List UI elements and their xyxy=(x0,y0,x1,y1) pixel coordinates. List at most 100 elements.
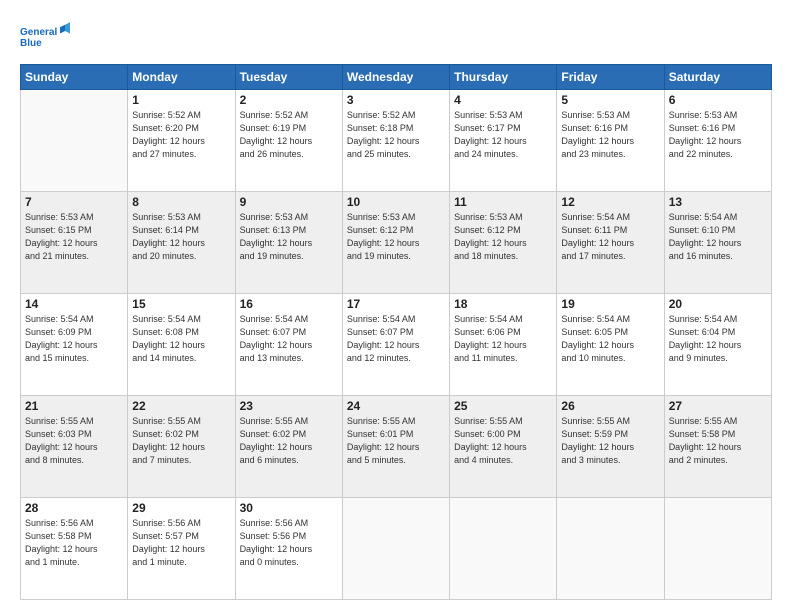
day-info: Sunrise: 5:55 AM Sunset: 5:59 PM Dayligh… xyxy=(561,415,659,467)
day-number: 27 xyxy=(669,399,767,413)
page: General Blue SundayMondayTuesdayWednesda… xyxy=(0,0,792,612)
day-number: 19 xyxy=(561,297,659,311)
calendar-day-cell: 18 Sunrise: 5:54 AM Sunset: 6:06 PM Dayli… xyxy=(450,294,557,396)
day-info: Sunrise: 5:54 AM Sunset: 6:08 PM Dayligh… xyxy=(132,313,230,365)
day-number: 17 xyxy=(347,297,445,311)
day-info: Sunrise: 5:54 AM Sunset: 6:07 PM Dayligh… xyxy=(347,313,445,365)
day-info: Sunrise: 5:56 AM Sunset: 5:57 PM Dayligh… xyxy=(132,517,230,569)
calendar-week-row: 7 Sunrise: 5:53 AM Sunset: 6:15 PM Daylig… xyxy=(21,192,772,294)
calendar-table: SundayMondayTuesdayWednesdayThursdayFrid… xyxy=(20,64,772,600)
day-number: 1 xyxy=(132,93,230,107)
calendar-week-row: 1 Sunrise: 5:52 AM Sunset: 6:20 PM Daylig… xyxy=(21,90,772,192)
day-number: 25 xyxy=(454,399,552,413)
day-info: Sunrise: 5:52 AM Sunset: 6:18 PM Dayligh… xyxy=(347,109,445,161)
day-info: Sunrise: 5:53 AM Sunset: 6:16 PM Dayligh… xyxy=(561,109,659,161)
day-info: Sunrise: 5:55 AM Sunset: 6:00 PM Dayligh… xyxy=(454,415,552,467)
day-info: Sunrise: 5:55 AM Sunset: 6:02 PM Dayligh… xyxy=(240,415,338,467)
calendar-day-cell: 27 Sunrise: 5:55 AM Sunset: 5:58 PM Dayli… xyxy=(664,396,771,498)
day-info: Sunrise: 5:54 AM Sunset: 6:05 PM Dayligh… xyxy=(561,313,659,365)
calendar-day-cell: 25 Sunrise: 5:55 AM Sunset: 6:00 PM Dayli… xyxy=(450,396,557,498)
calendar-day-cell: 19 Sunrise: 5:54 AM Sunset: 6:05 PM Dayli… xyxy=(557,294,664,396)
day-number: 18 xyxy=(454,297,552,311)
day-number: 10 xyxy=(347,195,445,209)
calendar-day-cell xyxy=(21,90,128,192)
logo: General Blue xyxy=(20,16,70,56)
calendar-day-cell: 26 Sunrise: 5:55 AM Sunset: 5:59 PM Dayli… xyxy=(557,396,664,498)
calendar-week-row: 21 Sunrise: 5:55 AM Sunset: 6:03 PM Dayli… xyxy=(21,396,772,498)
calendar-day-cell: 4 Sunrise: 5:53 AM Sunset: 6:17 PM Daylig… xyxy=(450,90,557,192)
day-number: 21 xyxy=(25,399,123,413)
calendar-week-row: 14 Sunrise: 5:54 AM Sunset: 6:09 PM Dayli… xyxy=(21,294,772,396)
calendar-day-cell: 6 Sunrise: 5:53 AM Sunset: 6:16 PM Daylig… xyxy=(664,90,771,192)
calendar-day-cell: 29Sunrise: 5:56 AM Sunset: 5:57 PM Dayli… xyxy=(128,498,235,600)
day-info: Sunrise: 5:55 AM Sunset: 5:58 PM Dayligh… xyxy=(669,415,767,467)
day-info: Sunrise: 5:56 AM Sunset: 5:56 PM Dayligh… xyxy=(240,517,338,569)
day-info: Sunrise: 5:53 AM Sunset: 6:12 PM Dayligh… xyxy=(347,211,445,263)
calendar-day-cell: 11 Sunrise: 5:53 AM Sunset: 6:12 PM Dayli… xyxy=(450,192,557,294)
calendar-day-cell: 7 Sunrise: 5:53 AM Sunset: 6:15 PM Daylig… xyxy=(21,192,128,294)
day-number: 11 xyxy=(454,195,552,209)
day-info: Sunrise: 5:54 AM Sunset: 6:11 PM Dayligh… xyxy=(561,211,659,263)
day-number: 8 xyxy=(132,195,230,209)
day-info: Sunrise: 5:53 AM Sunset: 6:15 PM Dayligh… xyxy=(25,211,123,263)
day-number: 23 xyxy=(240,399,338,413)
day-number: 14 xyxy=(25,297,123,311)
day-info: Sunrise: 5:53 AM Sunset: 6:12 PM Dayligh… xyxy=(454,211,552,263)
day-info: Sunrise: 5:56 AM Sunset: 5:58 PM Dayligh… xyxy=(25,517,123,569)
calendar-day-cell: 9Sunrise: 5:53 AM Sunset: 6:13 PM Daylig… xyxy=(235,192,342,294)
day-number: 22 xyxy=(132,399,230,413)
calendar-day-cell xyxy=(342,498,449,600)
calendar-day-header: Monday xyxy=(128,65,235,90)
calendar-day-cell: 23 Sunrise: 5:55 AM Sunset: 6:02 PM Dayli… xyxy=(235,396,342,498)
day-info: Sunrise: 5:54 AM Sunset: 6:06 PM Dayligh… xyxy=(454,313,552,365)
calendar-header-row: SundayMondayTuesdayWednesdayThursdayFrid… xyxy=(21,65,772,90)
day-info: Sunrise: 5:54 AM Sunset: 6:10 PM Dayligh… xyxy=(669,211,767,263)
calendar-day-cell: 8Sunrise: 5:53 AM Sunset: 6:14 PM Daylig… xyxy=(128,192,235,294)
calendar-day-cell: 10 Sunrise: 5:53 AM Sunset: 6:12 PM Dayli… xyxy=(342,192,449,294)
day-number: 28 xyxy=(25,501,123,515)
day-info: Sunrise: 5:55 AM Sunset: 6:03 PM Dayligh… xyxy=(25,415,123,467)
day-info: Sunrise: 5:53 AM Sunset: 6:17 PM Dayligh… xyxy=(454,109,552,161)
day-number: 26 xyxy=(561,399,659,413)
day-number: 5 xyxy=(561,93,659,107)
svg-text:Blue: Blue xyxy=(20,38,42,49)
day-info: Sunrise: 5:53 AM Sunset: 6:16 PM Dayligh… xyxy=(669,109,767,161)
day-number: 2 xyxy=(240,93,338,107)
calendar-day-header: Friday xyxy=(557,65,664,90)
day-number: 30 xyxy=(240,501,338,515)
day-number: 15 xyxy=(132,297,230,311)
day-number: 3 xyxy=(347,93,445,107)
day-info: Sunrise: 5:55 AM Sunset: 6:01 PM Dayligh… xyxy=(347,415,445,467)
day-info: Sunrise: 5:53 AM Sunset: 6:13 PM Dayligh… xyxy=(240,211,338,263)
calendar-day-cell: 17 Sunrise: 5:54 AM Sunset: 6:07 PM Dayli… xyxy=(342,294,449,396)
calendar-day-header: Saturday xyxy=(664,65,771,90)
day-info: Sunrise: 5:55 AM Sunset: 6:02 PM Dayligh… xyxy=(132,415,230,467)
day-number: 7 xyxy=(25,195,123,209)
day-info: Sunrise: 5:54 AM Sunset: 6:09 PM Dayligh… xyxy=(25,313,123,365)
calendar-day-cell xyxy=(557,498,664,600)
calendar-day-cell: 21 Sunrise: 5:55 AM Sunset: 6:03 PM Dayli… xyxy=(21,396,128,498)
day-number: 12 xyxy=(561,195,659,209)
svg-text:General: General xyxy=(20,27,57,38)
day-info: Sunrise: 5:54 AM Sunset: 6:04 PM Dayligh… xyxy=(669,313,767,365)
calendar-day-cell: 1 Sunrise: 5:52 AM Sunset: 6:20 PM Daylig… xyxy=(128,90,235,192)
calendar-day-cell: 16Sunrise: 5:54 AM Sunset: 6:07 PM Dayli… xyxy=(235,294,342,396)
day-number: 16 xyxy=(240,297,338,311)
day-number: 13 xyxy=(669,195,767,209)
calendar-day-cell: 24Sunrise: 5:55 AM Sunset: 6:01 PM Dayli… xyxy=(342,396,449,498)
calendar-day-cell xyxy=(664,498,771,600)
header: General Blue xyxy=(20,16,772,56)
calendar-day-cell: 15 Sunrise: 5:54 AM Sunset: 6:08 PM Dayli… xyxy=(128,294,235,396)
calendar-day-cell xyxy=(450,498,557,600)
calendar-day-cell: 14 Sunrise: 5:54 AM Sunset: 6:09 PM Dayli… xyxy=(21,294,128,396)
day-number: 6 xyxy=(669,93,767,107)
calendar-day-header: Thursday xyxy=(450,65,557,90)
day-info: Sunrise: 5:52 AM Sunset: 6:20 PM Dayligh… xyxy=(132,109,230,161)
day-number: 20 xyxy=(669,297,767,311)
calendar-week-row: 28 Sunrise: 5:56 AM Sunset: 5:58 PM Dayli… xyxy=(21,498,772,600)
logo-svg: General Blue xyxy=(20,16,70,56)
calendar-day-header: Tuesday xyxy=(235,65,342,90)
day-info: Sunrise: 5:52 AM Sunset: 6:19 PM Dayligh… xyxy=(240,109,338,161)
calendar-day-cell: 13 Sunrise: 5:54 AM Sunset: 6:10 PM Dayli… xyxy=(664,192,771,294)
day-number: 4 xyxy=(454,93,552,107)
